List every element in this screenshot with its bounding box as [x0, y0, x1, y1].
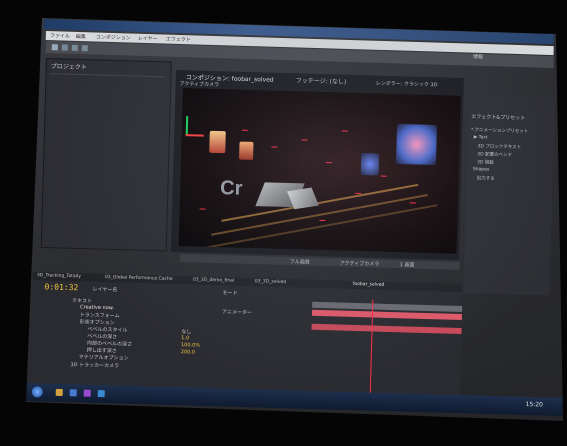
property-value[interactable]: 200.0	[181, 349, 195, 355]
effects-tree-item[interactable]: 3D 回転	[477, 159, 494, 165]
camera-select[interactable]: アクティブカメラ	[340, 259, 380, 267]
divider	[50, 73, 165, 78]
browser-icon[interactable]	[69, 389, 77, 397]
effects-tree-item[interactable]: 3D 配置のベンド	[477, 151, 512, 158]
effects-tree-item[interactable]: * アニメーションプリセット	[471, 127, 529, 135]
animator-label[interactable]: アニメーター	[222, 308, 252, 316]
x-axis-gizmo[interactable]	[185, 134, 204, 137]
composition-canvas[interactable]: Cr	[178, 88, 461, 254]
track-point-marker[interactable]	[301, 139, 308, 141]
menu-item-composition[interactable]: コンポジション	[96, 33, 131, 41]
timeline-tab[interactable]: 03_3D_demo_final	[193, 277, 234, 283]
glowing-screen-graphic	[395, 123, 438, 166]
renderer-label: レンダラー: クラシック 3D	[375, 80, 438, 89]
effects-tree-item[interactable]: Shapes	[473, 167, 490, 172]
property-value[interactable]: 1.0	[181, 335, 189, 341]
projected-screen: ファイル 編集 コンポジション レイヤー エフェクト プロジェクト コンポジショ…	[26, 18, 563, 421]
track-point-marker[interactable]	[355, 192, 362, 195]
start-button-icon[interactable]	[31, 386, 43, 398]
track-point-marker[interactable]	[199, 208, 206, 210]
layer-row[interactable]: Creative now.	[80, 304, 114, 311]
timeline-tab[interactable]: 3D_Tracking_Totally	[37, 273, 81, 279]
track-point-marker[interactable]	[380, 175, 387, 177]
timeline-tab[interactable]: 03_Global Performance Cache	[105, 275, 173, 282]
wall-poster	[239, 141, 254, 160]
project-panel: プロジェクト	[40, 58, 172, 252]
rotate-tool-icon[interactable]	[81, 45, 88, 52]
layer-row[interactable]: 3D トラッカーカメラ	[70, 361, 119, 369]
track-point-marker[interactable]	[319, 219, 326, 222]
track-point-marker[interactable]	[341, 130, 348, 132]
timeline-tab[interactable]: foobar_solved	[353, 282, 385, 288]
effects-tree-item[interactable]: 出力する	[477, 175, 495, 182]
effects-presets-panel: 情報 エフェクト&プリセット * アニメーションプリセット ▶ Text 3D …	[463, 54, 555, 296]
resolution-select[interactable]: フル画質	[290, 258, 310, 266]
menu-item-file[interactable]: ファイル	[50, 32, 70, 40]
project-panel-title: プロジェクト	[50, 63, 87, 72]
glowing-screen-graphic	[360, 153, 380, 176]
selection-tool-icon[interactable]	[51, 44, 58, 51]
effects-tree-item[interactable]: 3D ブロックテキスト	[477, 143, 521, 150]
app-icon[interactable]	[97, 390, 105, 398]
photo-of-projector-screen: ファイル 編集 コンポジション レイヤー エフェクト プロジェクト コンポジショ…	[0, 0, 567, 446]
property-value[interactable]: 100.0%	[181, 342, 200, 349]
mode-column: モード	[222, 290, 238, 297]
viewer-camera-label: アクティブカメラ	[179, 81, 220, 89]
taskbar-clock: 15:20	[525, 400, 543, 409]
info-tab[interactable]: 情報	[473, 53, 483, 60]
hand-tool-icon[interactable]	[61, 44, 68, 51]
zoom-tool-icon[interactable]	[71, 44, 78, 51]
timecode-display[interactable]: 0:01:32	[44, 282, 78, 292]
layer-duration-bar[interactable]	[311, 323, 462, 334]
track-point-marker[interactable]	[241, 129, 248, 131]
menu-item-effect[interactable]: エフェクト	[166, 36, 191, 44]
3d-extruded-text[interactable]: Cr	[220, 177, 243, 201]
effects-tree-item[interactable]: ▶ Text	[474, 135, 488, 140]
track-point-marker[interactable]	[409, 202, 416, 204]
after-effects-icon[interactable]	[83, 389, 91, 397]
wall-poster	[209, 130, 226, 154]
track-point-marker[interactable]	[325, 162, 332, 164]
layer-row[interactable]: マテリアルオプション	[79, 353, 129, 361]
menu-item-edit[interactable]: 編集	[76, 33, 86, 40]
footage-tab[interactable]: フッテージ: (なし)	[296, 75, 347, 85]
theater-seats	[200, 204, 438, 250]
explorer-icon[interactable]	[55, 388, 63, 397]
view-layout-select[interactable]: 1 画面	[400, 261, 415, 268]
timeline-tab[interactable]: 03_3D_solved	[255, 279, 286, 285]
layer-name-column: レイヤー名	[92, 286, 118, 294]
track-point-marker[interactable]	[271, 146, 278, 148]
effects-tab[interactable]: エフェクト&プリセット	[471, 113, 525, 122]
menu-item-layer[interactable]: レイヤー	[138, 35, 158, 43]
